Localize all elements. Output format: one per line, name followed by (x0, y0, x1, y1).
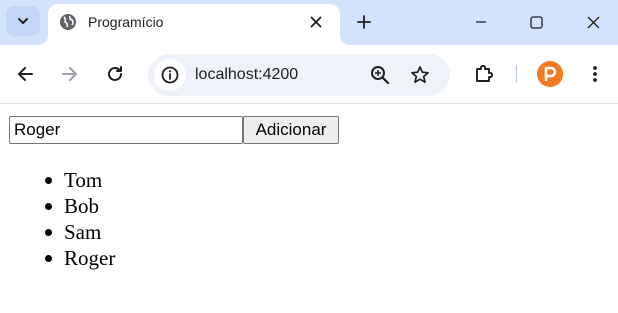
forward-button[interactable] (55, 59, 85, 89)
toolbar-divider (516, 65, 517, 83)
zoom-in-icon (371, 66, 390, 85)
list-item: Roger (24, 245, 115, 271)
close-window-button[interactable] (578, 8, 608, 36)
page-content: Adicionar Tom Bob Sam Roger (0, 105, 618, 313)
active-tab[interactable]: Programício (48, 4, 340, 45)
url-text[interactable]: localhost:4200 (195, 65, 298, 85)
list-item: Sam (24, 219, 115, 245)
plus-icon (357, 15, 371, 29)
name-list: Tom Bob Sam Roger (24, 167, 115, 271)
maximize-icon (529, 15, 543, 29)
profile-avatar[interactable] (537, 61, 563, 87)
site-info-button[interactable] (154, 59, 186, 91)
chevron-down-icon (18, 18, 28, 24)
list-item: Bob (24, 193, 115, 219)
arrow-left-icon (18, 67, 33, 81)
address-bar[interactable]: localhost:4200 (148, 54, 450, 96)
more-vert-icon (593, 66, 597, 82)
tab-strip: Programício (0, 0, 618, 45)
new-tab-button[interactable] (352, 10, 376, 34)
name-input[interactable] (9, 116, 243, 144)
tab-title: Programício (88, 14, 164, 30)
zoom-button[interactable] (368, 63, 392, 87)
tab-search-button[interactable] (6, 6, 40, 36)
browser-menu-button[interactable] (580, 59, 610, 89)
info-icon (161, 66, 179, 84)
globe-icon (60, 14, 76, 30)
maximize-button[interactable] (521, 8, 551, 36)
tab-close-button[interactable] (306, 12, 326, 32)
profile-p-icon (544, 66, 557, 81)
puzzle-icon (476, 64, 494, 82)
reload-button[interactable] (100, 59, 130, 89)
minimize-icon (476, 21, 486, 23)
close-icon (587, 16, 599, 28)
extensions-button[interactable] (469, 59, 499, 89)
minimize-button[interactable] (466, 8, 496, 36)
star-icon (411, 66, 429, 84)
arrow-right-icon (62, 67, 77, 81)
browser-toolbar: localhost:4200 (0, 45, 618, 104)
reload-icon (108, 66, 122, 81)
list-item: Tom (24, 167, 115, 193)
back-button[interactable] (10, 59, 40, 89)
close-icon (310, 16, 322, 28)
bookmark-button[interactable] (408, 63, 432, 87)
add-button[interactable]: Adicionar (243, 116, 339, 144)
